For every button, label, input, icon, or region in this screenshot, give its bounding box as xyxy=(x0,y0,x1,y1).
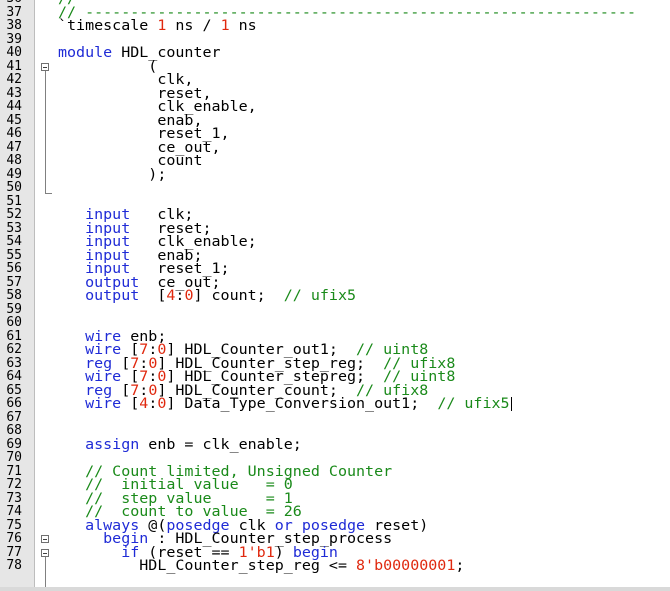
code-text: HDL_Counter_step_reg <= 8'b00000001; xyxy=(58,556,465,574)
code-line[interactable]: 58 output [4:0] count; // ufix5 xyxy=(0,286,670,304)
line-number: 38 xyxy=(6,18,22,33)
line-number: 45 xyxy=(6,112,22,128)
code-text: assign enb = clk_enable; xyxy=(58,435,302,452)
line-number: 67 xyxy=(6,409,22,425)
line-number: 64 xyxy=(6,369,22,384)
line-number: 68 xyxy=(6,423,22,438)
line-number: 59 xyxy=(6,301,22,317)
code-text: ); xyxy=(58,165,167,182)
line-number: 73 xyxy=(6,490,22,506)
code-line[interactable]: 69 assign enb = clk_enable; xyxy=(0,435,670,452)
line-number: 69 xyxy=(6,436,22,452)
line-number: 41 xyxy=(6,58,22,74)
text-token: ] Data_Type_Conversion_out1; xyxy=(166,394,438,412)
code-line[interactable]: 50 xyxy=(0,181,670,195)
line-number: 72 xyxy=(6,477,22,492)
line-number: 44 xyxy=(6,99,22,114)
text-token: `timescale xyxy=(58,16,158,34)
line-number: 58 xyxy=(6,288,22,303)
keyword-token: assign xyxy=(58,435,140,452)
code-line[interactable]: 67 xyxy=(0,409,670,425)
text-token: ); xyxy=(58,165,167,182)
code-line[interactable]: 49 ); xyxy=(0,165,670,182)
keyword-token: output xyxy=(58,286,140,304)
text-token: [ xyxy=(121,394,140,412)
line-number: 74 xyxy=(6,504,22,519)
code-line[interactable]: 59 xyxy=(0,301,670,317)
line-number: 47 xyxy=(6,139,22,155)
text-token: enb = clk_enable; xyxy=(139,435,302,452)
line-number: 62 xyxy=(6,342,22,357)
line-number: 50 xyxy=(6,180,22,195)
code-editor[interactable]: 36//37// -------------------------------… xyxy=(0,0,670,591)
horizontal-scrollbar[interactable] xyxy=(0,587,670,591)
line-number: 49 xyxy=(6,166,22,182)
code-line[interactable]: 66 wire [4:0] Data_Type_Conversion_out1;… xyxy=(0,394,670,412)
number-token: 1 xyxy=(220,16,230,34)
line-number: 75 xyxy=(6,517,22,533)
keyword-token: wire xyxy=(58,394,122,412)
line-number: 53 xyxy=(6,220,22,236)
line-number: 56 xyxy=(6,261,22,276)
line-number: 61 xyxy=(6,328,22,344)
line-number: 46 xyxy=(6,126,22,141)
line-number: 76 xyxy=(6,531,22,546)
line-number: 42 xyxy=(6,72,22,87)
code-text: `timescale 1 ns / 1 ns xyxy=(58,16,257,34)
number-token: 4 xyxy=(139,394,149,412)
line-number: 43 xyxy=(6,85,22,101)
line-number: 66 xyxy=(6,396,22,411)
line-number: 40 xyxy=(6,45,22,60)
text-token: [ xyxy=(139,286,167,304)
line-number: 55 xyxy=(6,247,22,263)
code-text: wire [4:0] Data_Type_Conversion_out1; //… xyxy=(58,394,510,412)
text-token: ; xyxy=(455,556,465,574)
text-token: : xyxy=(148,394,158,412)
line-number: 37 xyxy=(6,4,22,20)
line-number: 70 xyxy=(6,450,22,465)
number-token: 8'b00000001 xyxy=(356,556,456,574)
text-cursor xyxy=(510,397,512,411)
comment-token: // ufix5 xyxy=(283,286,357,304)
code-text: output [4:0] count; // ufix5 xyxy=(58,286,357,304)
line-number: 71 xyxy=(6,463,22,479)
line-number: 77 xyxy=(6,544,22,560)
text-token: ] count; xyxy=(193,286,284,304)
line-number: 54 xyxy=(6,234,22,249)
line-number: 51 xyxy=(6,193,22,209)
text-token: ns xyxy=(229,16,257,34)
comment-token: // ufix5 xyxy=(437,394,510,412)
text-token: ns / xyxy=(166,16,221,34)
line-number: 78 xyxy=(6,558,22,573)
code-line[interactable]: 78 HDL_Counter_step_reg <= 8'b00000001; xyxy=(0,556,670,574)
text-token: HDL_Counter_step_reg <= xyxy=(58,556,357,574)
line-number: 57 xyxy=(6,274,22,290)
line-number: 60 xyxy=(6,315,22,330)
line-number: 39 xyxy=(6,31,22,47)
line-number: 52 xyxy=(6,207,22,222)
line-number: 65 xyxy=(6,382,22,398)
line-number: 48 xyxy=(6,153,22,168)
code-lines[interactable]: 36//37// -------------------------------… xyxy=(0,0,670,573)
code-line[interactable]: 38 `timescale 1 ns / 1 ns xyxy=(0,16,670,34)
line-number: 63 xyxy=(6,355,22,371)
